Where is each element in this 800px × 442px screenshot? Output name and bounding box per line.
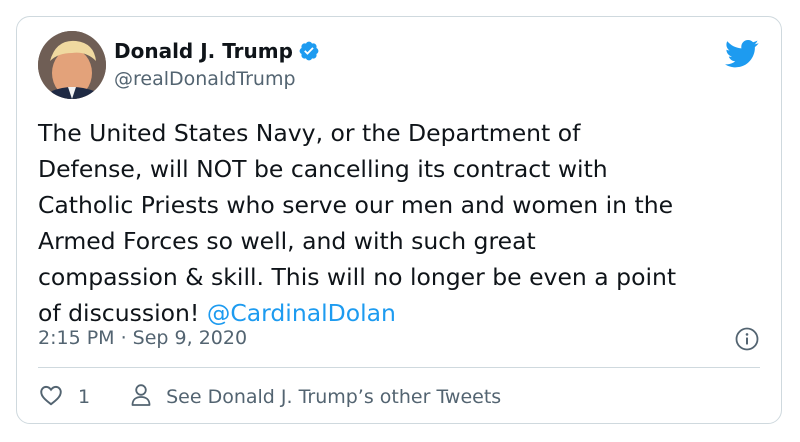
tweet-timestamp[interactable]: 2:15 PM · Sep 9, 2020 [38,324,247,352]
action-bar: 1 See Donald J. Trump’s other Tweets [38,382,501,412]
other-tweets-label: See Donald J. Trump’s other Tweets [166,386,502,408]
avatar[interactable] [38,31,106,99]
author-name[interactable]: Donald J. Trump [114,38,293,64]
tweet-body: The United States Navy, or the Departmen… [38,119,677,327]
author-handle[interactable]: @realDonaldTrump [114,66,320,92]
twitter-bird-icon[interactable] [725,39,759,69]
tweet-card[interactable]: Donald J. Trump @realDonaldTrump The Uni… [16,16,782,424]
info-icon[interactable] [735,327,759,351]
heart-icon [38,382,64,413]
other-tweets-link[interactable]: See Donald J. Trump’s other Tweets [130,383,501,412]
tweet-text: The United States Navy, or the Departmen… [38,115,778,331]
verified-badge-icon [298,40,320,62]
person-icon [130,383,166,412]
like-count: 1 [78,386,91,408]
like-button[interactable]: 1 [38,382,90,413]
author-block: Donald J. Trump @realDonaldTrump [114,38,320,92]
divider [38,367,760,368]
name-row: Donald J. Trump [114,38,320,64]
mention-link[interactable]: @CardinalDolan [207,299,396,327]
